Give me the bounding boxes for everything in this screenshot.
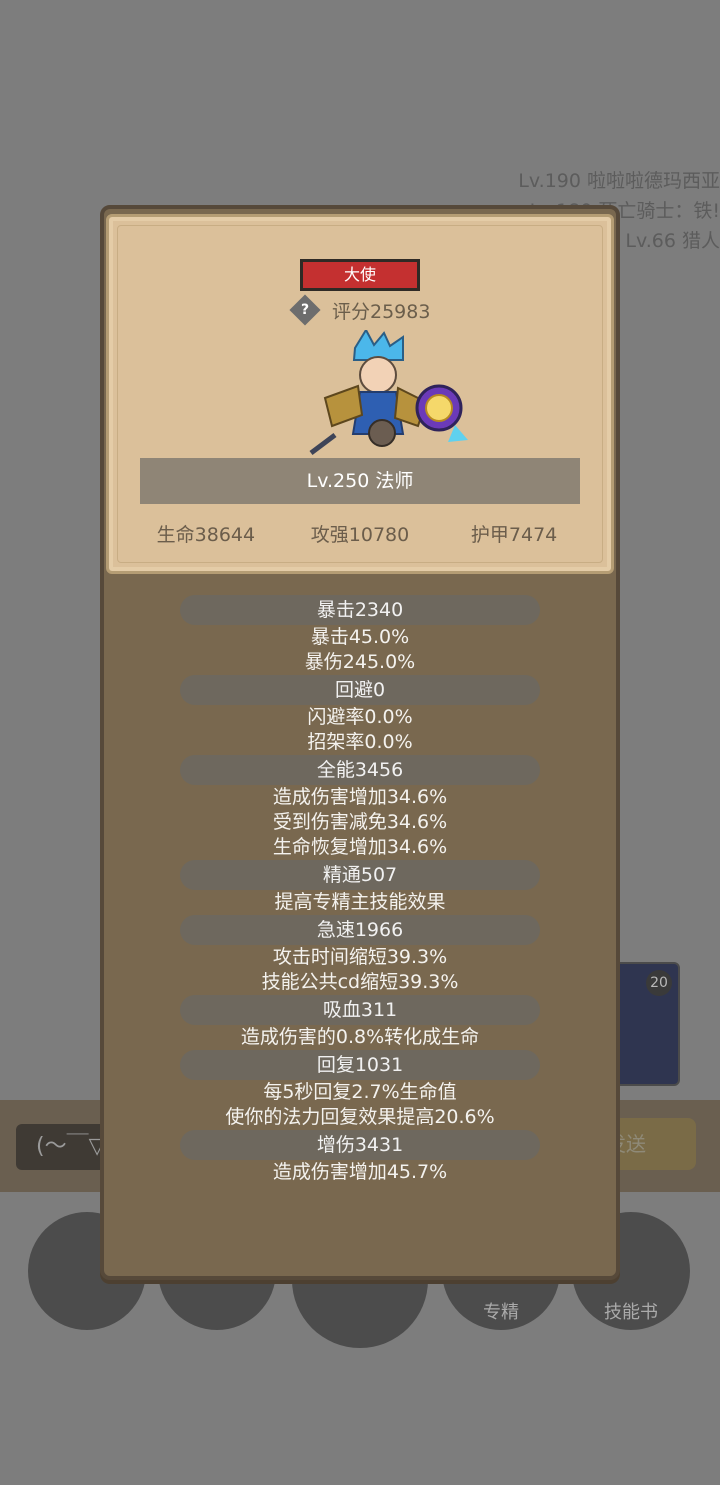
damage-bonus: 造成伤害增加34.6%: [272, 786, 448, 808]
mastery-header: 精通507: [180, 860, 540, 890]
healing-bonus: 生命恢复增加34.6%: [272, 836, 448, 858]
mana-regen: 使你的法力回复效果提高20.6%: [225, 1106, 495, 1128]
haste-header: 急速1966: [180, 915, 540, 945]
help-icon[interactable]: ?: [289, 294, 321, 326]
crit-damage: 暴伤245.0%: [304, 651, 416, 673]
armor-stat: 护甲7474: [470, 524, 558, 546]
title-badge: 大使: [300, 259, 420, 291]
score-row: ? 评分25983: [289, 294, 431, 326]
score-text: 评分25983: [332, 300, 431, 323]
health-regen: 每5秒回复2.7%生命值: [263, 1081, 457, 1103]
avoidance-header: 回避0: [180, 675, 540, 705]
skill-book-label: 技能书: [604, 1302, 658, 1323]
versatility-header: 全能3456: [180, 755, 540, 785]
mastery-effect: 提高专精主技能效果: [274, 891, 446, 913]
specialization-label: 专精: [483, 1302, 519, 1323]
damage-increase-effect: 造成伤害增加45.7%: [272, 1161, 448, 1183]
attack-time-reduction: 攻击时间缩短39.3%: [272, 946, 448, 968]
mage-character-icon: [309, 330, 468, 455]
dodge-rate: 闪避率0.0%: [307, 706, 413, 728]
life-steal-effect: 造成伤害的0.8%转化成生命: [240, 1026, 480, 1048]
health-stat: 生命38644: [156, 524, 256, 546]
damage-increase-header: 增伤3431: [180, 1130, 540, 1160]
level-class-bar: Lv.250 法师: [140, 458, 580, 504]
item-count-badge: 20: [646, 970, 672, 996]
base-stats-row: 生命38644 攻强10780 护甲7474: [130, 520, 590, 547]
ranking-line-3: Lv.66 猎人: [625, 230, 720, 252]
global-cooldown-reduction: 技能公共cd缩短39.3%: [261, 971, 459, 993]
item-card[interactable]: 20: [610, 962, 680, 1086]
leech-header: 吸血311: [180, 995, 540, 1025]
ranking-line-1: Lv.190 啦啦啦德玛西亚: [518, 170, 720, 192]
crit-rate: 暴击45.0%: [310, 626, 410, 648]
crit-header: 暴击2340: [180, 595, 540, 625]
regeneration-header: 回复1031: [180, 1050, 540, 1080]
damage-reduction: 受到伤害减免34.6%: [272, 811, 448, 833]
attack-power-stat: 攻强10780: [310, 524, 410, 546]
secondary-stats-list: 暴击2340 暴击45.0% 暴伤245.0% 回避0 闪避率0.0% 招架率0…: [180, 595, 540, 1185]
parry-rate: 招架率0.0%: [307, 731, 413, 753]
